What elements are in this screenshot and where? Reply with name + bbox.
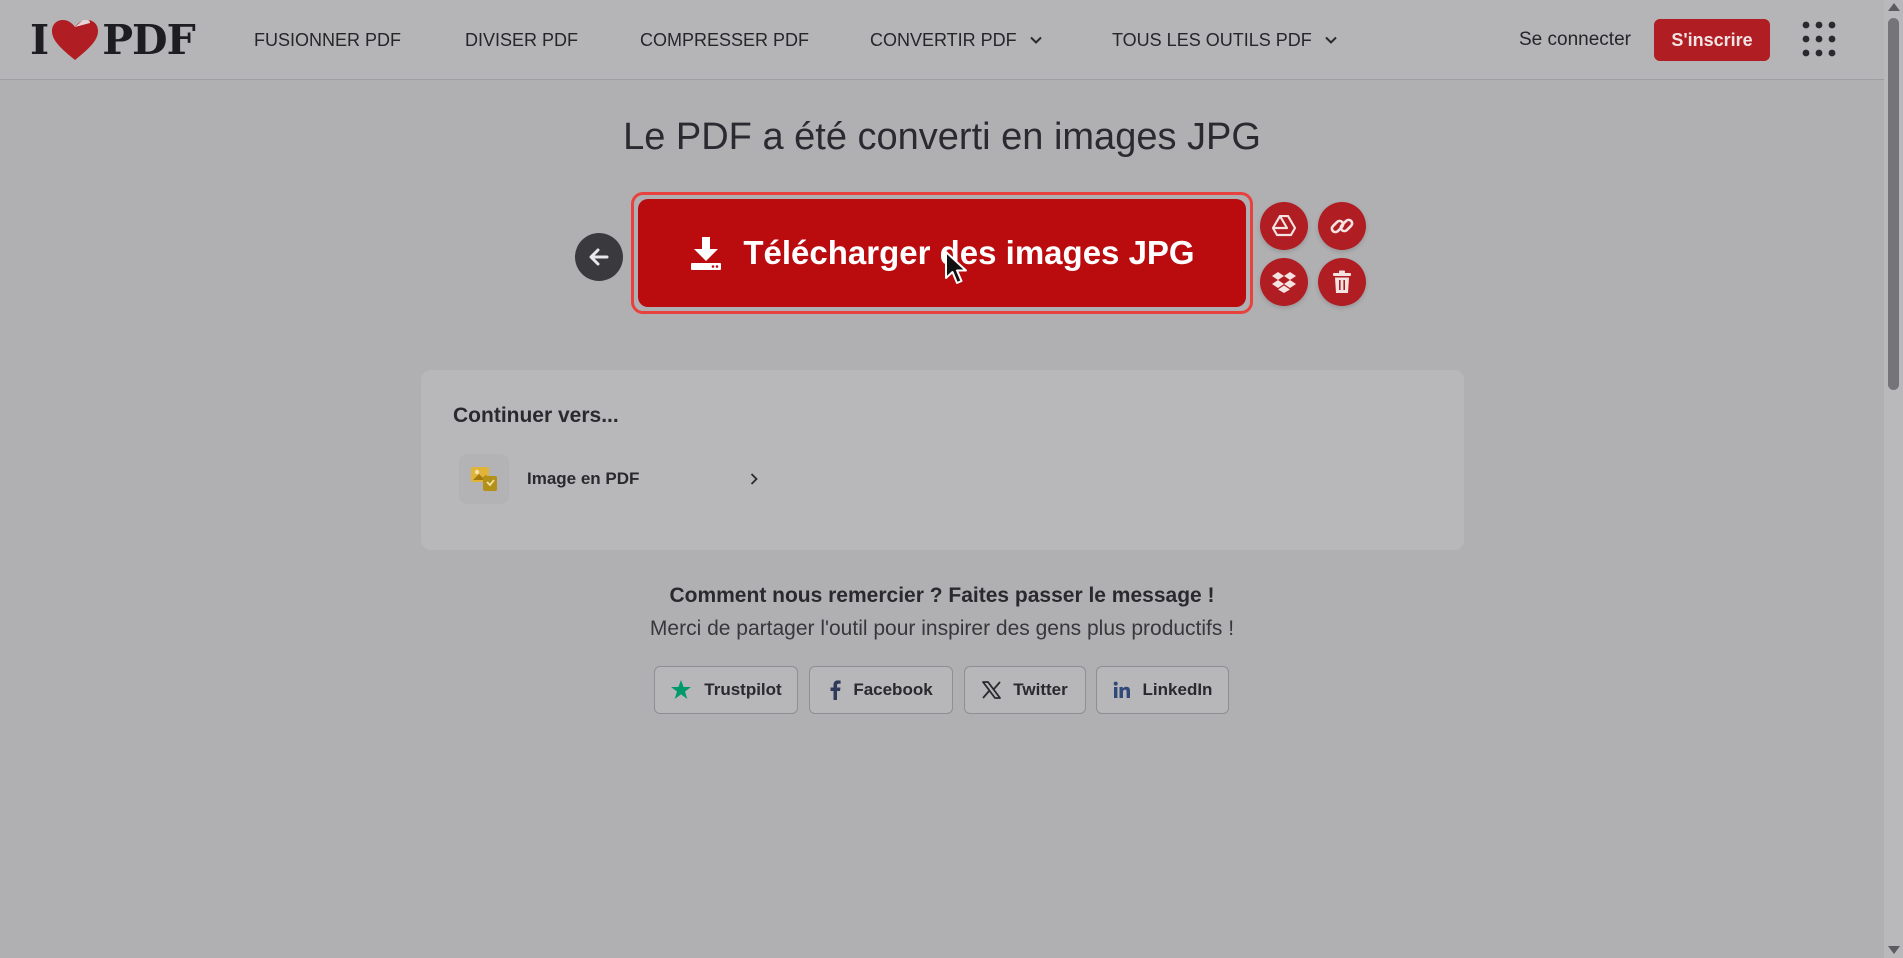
save-to-google-drive-button[interactable]	[1260, 202, 1308, 250]
continue-title: Continuer vers...	[453, 404, 619, 427]
nav-label: DIVISER PDF	[465, 29, 579, 50]
app-root: I PDF FUSIONNER PDF DIVISER PDF COMPRESS…	[0, 0, 1903, 958]
social-label: Twitter	[1013, 680, 1068, 699]
scroll-up-arrow[interactable]	[1888, 3, 1900, 11]
share-title: Comment nous remercier ? Faites passer l…	[669, 584, 1215, 607]
social-label: Facebook	[853, 680, 933, 699]
top-header: I PDF FUSIONNER PDF DIVISER PDF COMPRESS…	[0, 0, 1884, 80]
nav-tous-les-outils-dropdown[interactable]: TOUS LES OUTILS PDF	[1112, 0, 1338, 80]
trustpilot-button[interactable]: Trustpilot	[654, 666, 798, 714]
logo-letter-i: I	[30, 16, 49, 64]
trash-icon	[1333, 270, 1351, 293]
dropbox-icon	[1272, 272, 1296, 293]
nav-label: FUSIONNER PDF	[254, 29, 402, 50]
social-label: Trustpilot	[704, 680, 782, 699]
x-twitter-icon	[982, 681, 1002, 699]
chevron-down-icon	[1029, 36, 1042, 44]
page-title: Le PDF a été converti en images JPG	[623, 116, 1261, 158]
twitter-button[interactable]: Twitter	[964, 666, 1086, 714]
nav-label: COMPRESSER PDF	[640, 29, 810, 50]
chevron-down-icon	[1325, 36, 1337, 44]
download-icon	[691, 237, 722, 270]
apps-grid-icon[interactable]	[1802, 21, 1836, 57]
facebook-icon	[830, 680, 841, 700]
ilovepdf-logo[interactable]: I PDF	[30, 16, 196, 64]
google-drive-icon	[1272, 215, 1296, 237]
tool-label: Image en PDF	[527, 469, 640, 488]
chevron-right-icon	[750, 473, 758, 485]
continue-panel: Continuer vers... Image en PDF	[421, 370, 1464, 550]
nav-label: CONVERTIR PDF	[870, 29, 1017, 50]
share-link-button[interactable]	[1318, 202, 1366, 250]
delete-files-button[interactable]	[1318, 258, 1366, 306]
image-to-pdf-tool-icon	[459, 454, 509, 504]
logo-text-pdf: PDF	[102, 16, 195, 64]
nav-label: TOUS LES OUTILS PDF	[1112, 29, 1312, 50]
link-icon	[1330, 218, 1354, 234]
arrow-left-icon	[589, 248, 609, 266]
facebook-button[interactable]: Facebook	[809, 666, 953, 714]
scroll-thumb[interactable]	[1888, 18, 1899, 390]
back-button[interactable]	[575, 233, 623, 281]
tool-link-image-to-pdf[interactable]: Image en PDF	[459, 452, 761, 506]
page-scrollbar[interactable]	[1884, 0, 1903, 958]
trustpilot-star-icon	[671, 680, 692, 699]
save-to-dropbox-button[interactable]	[1260, 258, 1308, 306]
nav-compresser[interactable]: COMPRESSER PDF	[640, 0, 809, 80]
nav-convertir-dropdown[interactable]: CONVERTIR PDF	[870, 0, 1043, 80]
nav-fusionner[interactable]: FUSIONNER PDF	[254, 0, 401, 80]
linkedin-icon	[1113, 681, 1130, 698]
nav-diviser[interactable]: DIVISER PDF	[465, 0, 578, 80]
scroll-down-arrow[interactable]	[1888, 946, 1900, 954]
share-subtitle: Merci de partager l'outil pour inspirer …	[649, 617, 1235, 640]
login-link[interactable]: Se connecter	[1519, 0, 1631, 80]
linkedin-button[interactable]: LinkedIn	[1096, 666, 1229, 714]
heart-logo-icon	[52, 20, 99, 60]
download-jpg-button[interactable]: Télécharger des images JPG	[638, 199, 1246, 307]
mouse-cursor-icon	[945, 251, 967, 284]
signup-button[interactable]: S'inscrire	[1654, 19, 1770, 61]
social-label: LinkedIn	[1142, 680, 1213, 699]
